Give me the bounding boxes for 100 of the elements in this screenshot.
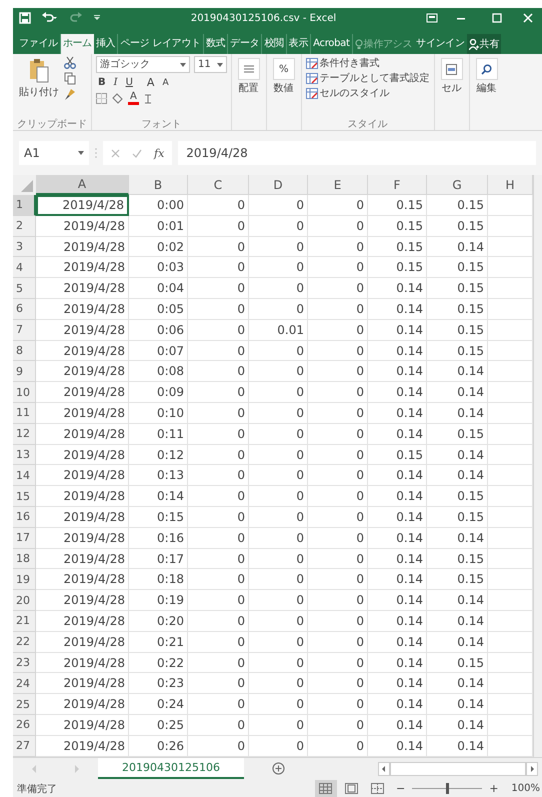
cut-icon[interactable] bbox=[64, 56, 76, 69]
row-header[interactable]: 23 bbox=[13, 652, 36, 674]
row-header[interactable]: 9 bbox=[13, 361, 36, 382]
alignment-button[interactable]: 配置 bbox=[236, 56, 262, 130]
scroll-right-icon[interactable] bbox=[526, 762, 538, 776]
style-menu-button[interactable]: 条件付き書式 bbox=[306, 56, 430, 70]
table-cell: 0.14 bbox=[368, 298, 427, 320]
ribbon-tab[interactable]: ホーム bbox=[60, 34, 94, 54]
column-header[interactable]: B bbox=[129, 175, 188, 195]
border-icon[interactable] bbox=[96, 93, 107, 104]
column-header[interactable]: A bbox=[36, 175, 129, 195]
zoom-slider-thumb[interactable] bbox=[446, 783, 449, 794]
share-button[interactable]: 共有 bbox=[466, 34, 502, 54]
row-header[interactable]: 25 bbox=[13, 694, 36, 715]
row-header[interactable]: 12 bbox=[13, 424, 36, 445]
column-header[interactable]: D bbox=[249, 175, 308, 195]
sign-in-link[interactable]: サインイン bbox=[414, 34, 467, 54]
paste-button[interactable]: 貼り付け bbox=[17, 56, 61, 117]
row-header[interactable]: 5 bbox=[13, 278, 36, 299]
table-cell: 0 bbox=[249, 298, 308, 320]
table-cell: 0.14 bbox=[368, 590, 427, 611]
select-all-icon[interactable] bbox=[13, 175, 36, 195]
shrink-font-button[interactable]: A bbox=[160, 78, 171, 88]
row-header[interactable]: 8 bbox=[13, 340, 36, 362]
row-header[interactable]: 27 bbox=[13, 736, 36, 757]
row-header[interactable]: 18 bbox=[13, 548, 36, 570]
formula-field[interactable]: 2019/4/28 bbox=[178, 141, 536, 165]
table-cell: 0 bbox=[249, 236, 308, 258]
dropdown-caret-icon bbox=[216, 62, 223, 66]
redo-icon bbox=[67, 12, 83, 24]
brush-icon[interactable] bbox=[64, 88, 76, 101]
row-header[interactable]: 7 bbox=[13, 320, 36, 341]
row-header[interactable]: 16 bbox=[13, 506, 36, 528]
vertical-scrollbar[interactable] bbox=[533, 175, 542, 195]
italic-button[interactable]: I bbox=[112, 77, 120, 88]
table-cell: 0.14 bbox=[368, 714, 427, 736]
style-menu-button[interactable]: テーブルとして書式設定 bbox=[306, 71, 430, 85]
row-header[interactable]: 14 bbox=[13, 465, 36, 486]
copy-icon[interactable] bbox=[64, 72, 78, 85]
zoom-out-button[interactable]: − bbox=[392, 782, 408, 795]
style-menu-button[interactable]: セルのスタイル bbox=[306, 86, 430, 100]
selected-cell[interactable]: 2019/4/28 bbox=[36, 195, 129, 216]
scroll-left-icon[interactable] bbox=[378, 762, 390, 776]
row-header[interactable]: 4 bbox=[13, 257, 36, 278]
table-cell: 0 bbox=[308, 444, 368, 466]
row-header[interactable]: 19 bbox=[13, 569, 36, 590]
column-header[interactable]: H bbox=[488, 175, 533, 195]
caret-icon[interactable] bbox=[93, 14, 101, 22]
row-header[interactable]: 13 bbox=[13, 444, 36, 466]
save-icon[interactable] bbox=[19, 12, 31, 24]
row-header[interactable]: 26 bbox=[13, 714, 36, 736]
column-header[interactable]: C bbox=[188, 175, 249, 195]
editing-button[interactable]: 編集 bbox=[474, 56, 500, 130]
horizontal-scrollbar[interactable] bbox=[390, 762, 526, 776]
row-header[interactable]: 17 bbox=[13, 528, 36, 549]
vertical-scrollbar[interactable] bbox=[533, 736, 542, 757]
row-header[interactable]: 10 bbox=[13, 382, 36, 403]
zoom-level[interactable]: 100% bbox=[505, 783, 542, 794]
insert-function-button[interactable]: fx bbox=[154, 146, 164, 160]
table-cell: 0 bbox=[188, 444, 249, 466]
cancel-icon[interactable] bbox=[111, 148, 120, 158]
ribbon-display-icon[interactable] bbox=[426, 13, 438, 23]
table-cell: 0 bbox=[249, 714, 308, 736]
table-cell: 0.14 bbox=[427, 673, 488, 694]
name-box[interactable]: A1 bbox=[19, 141, 89, 165]
row-header[interactable]: 11 bbox=[13, 402, 36, 424]
zoom-in-button[interactable]: + bbox=[486, 782, 502, 795]
new-sheet-icon[interactable] bbox=[272, 762, 285, 775]
column-header[interactable]: F bbox=[368, 175, 427, 195]
number-format-button[interactable]: % 数値 bbox=[270, 56, 297, 130]
table-cell: 0 bbox=[308, 465, 368, 486]
column-header[interactable]: G bbox=[427, 175, 488, 195]
table-cell: 0 bbox=[308, 694, 368, 715]
undo-icon[interactable] bbox=[41, 12, 57, 24]
table-cell: 0 bbox=[249, 278, 308, 299]
row-header[interactable]: 20 bbox=[13, 590, 36, 611]
table-cell: 0.15 bbox=[427, 652, 488, 674]
underline-button[interactable]: U bbox=[124, 77, 135, 88]
table-cell: 0 bbox=[308, 714, 368, 736]
font-color-button[interactable]: A bbox=[128, 92, 139, 105]
row-header[interactable]: 15 bbox=[13, 486, 36, 507]
table-cell: 0:22 bbox=[129, 652, 188, 674]
row-header[interactable]: 6 bbox=[13, 298, 36, 320]
font-size-dropdown[interactable]: 11 bbox=[194, 56, 227, 73]
row-header[interactable]: 22 bbox=[13, 632, 36, 653]
row-header[interactable]: 3 bbox=[13, 236, 36, 258]
row-header[interactable]: 24 bbox=[13, 673, 36, 694]
table-cell: 0:21 bbox=[129, 632, 188, 653]
row-header[interactable]: 21 bbox=[13, 610, 36, 632]
font-name-dropdown[interactable]: 游ゴシック bbox=[96, 56, 190, 73]
cells-button[interactable]: セル bbox=[438, 56, 465, 130]
row-header[interactable]: 1 bbox=[13, 195, 36, 216]
table-cell: 0.14 bbox=[368, 652, 427, 674]
enter-icon[interactable] bbox=[132, 148, 142, 158]
view-button[interactable] bbox=[314, 780, 337, 797]
grow-font-button[interactable]: A bbox=[144, 76, 156, 89]
row-header[interactable]: 2 bbox=[13, 216, 36, 237]
column-header[interactable]: E bbox=[308, 175, 368, 195]
sheet-tab[interactable]: 20190430125106 bbox=[98, 758, 244, 779]
bold-button[interactable]: B bbox=[96, 77, 108, 88]
